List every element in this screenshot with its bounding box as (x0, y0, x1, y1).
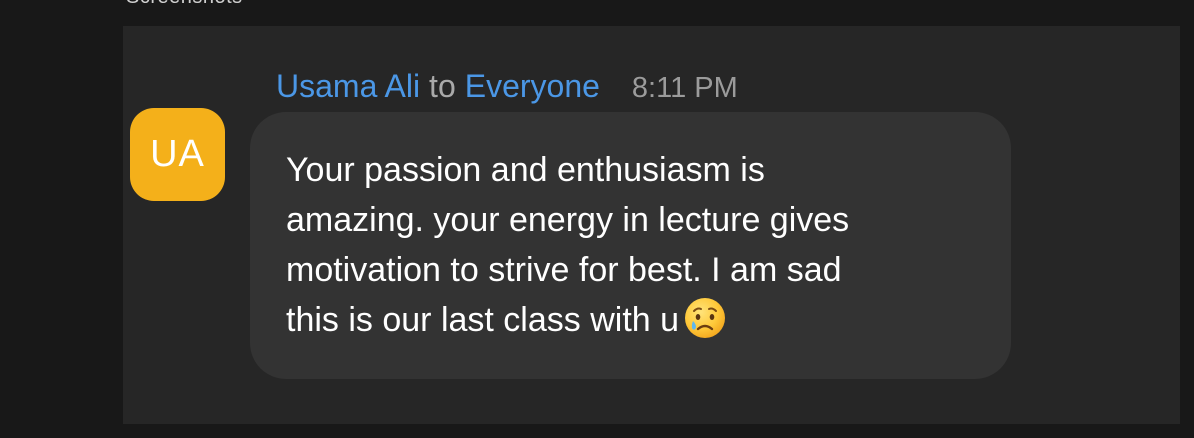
sender-name[interactable]: Usama Ali (276, 68, 420, 105)
message-line-1: Your passion and enthusiasm is (286, 151, 765, 189)
avatar-initials: UA (150, 133, 205, 175)
message-text: Your passion and enthusiasm is amazing. … (286, 145, 996, 345)
message-header: Usama Ali to Everyone 8:11 PM (276, 68, 738, 105)
message-line-2: amazing. your energy in lecture gives (286, 201, 850, 239)
section-label: Screenshots (126, 0, 243, 9)
message-line-4: this is our last class with u (286, 295, 996, 345)
avatar[interactable]: UA (130, 108, 225, 201)
to-label: to (429, 68, 456, 104)
sad-but-relieved-face-emoji-icon (685, 298, 726, 338)
message-timestamp: 8:11 PM (631, 72, 738, 104)
message-line-4-text: this is our last class with u (286, 301, 680, 339)
recipient-name[interactable]: Everyone (465, 68, 600, 105)
message-line-3: motivation to strive for best. I am sad (286, 251, 842, 289)
